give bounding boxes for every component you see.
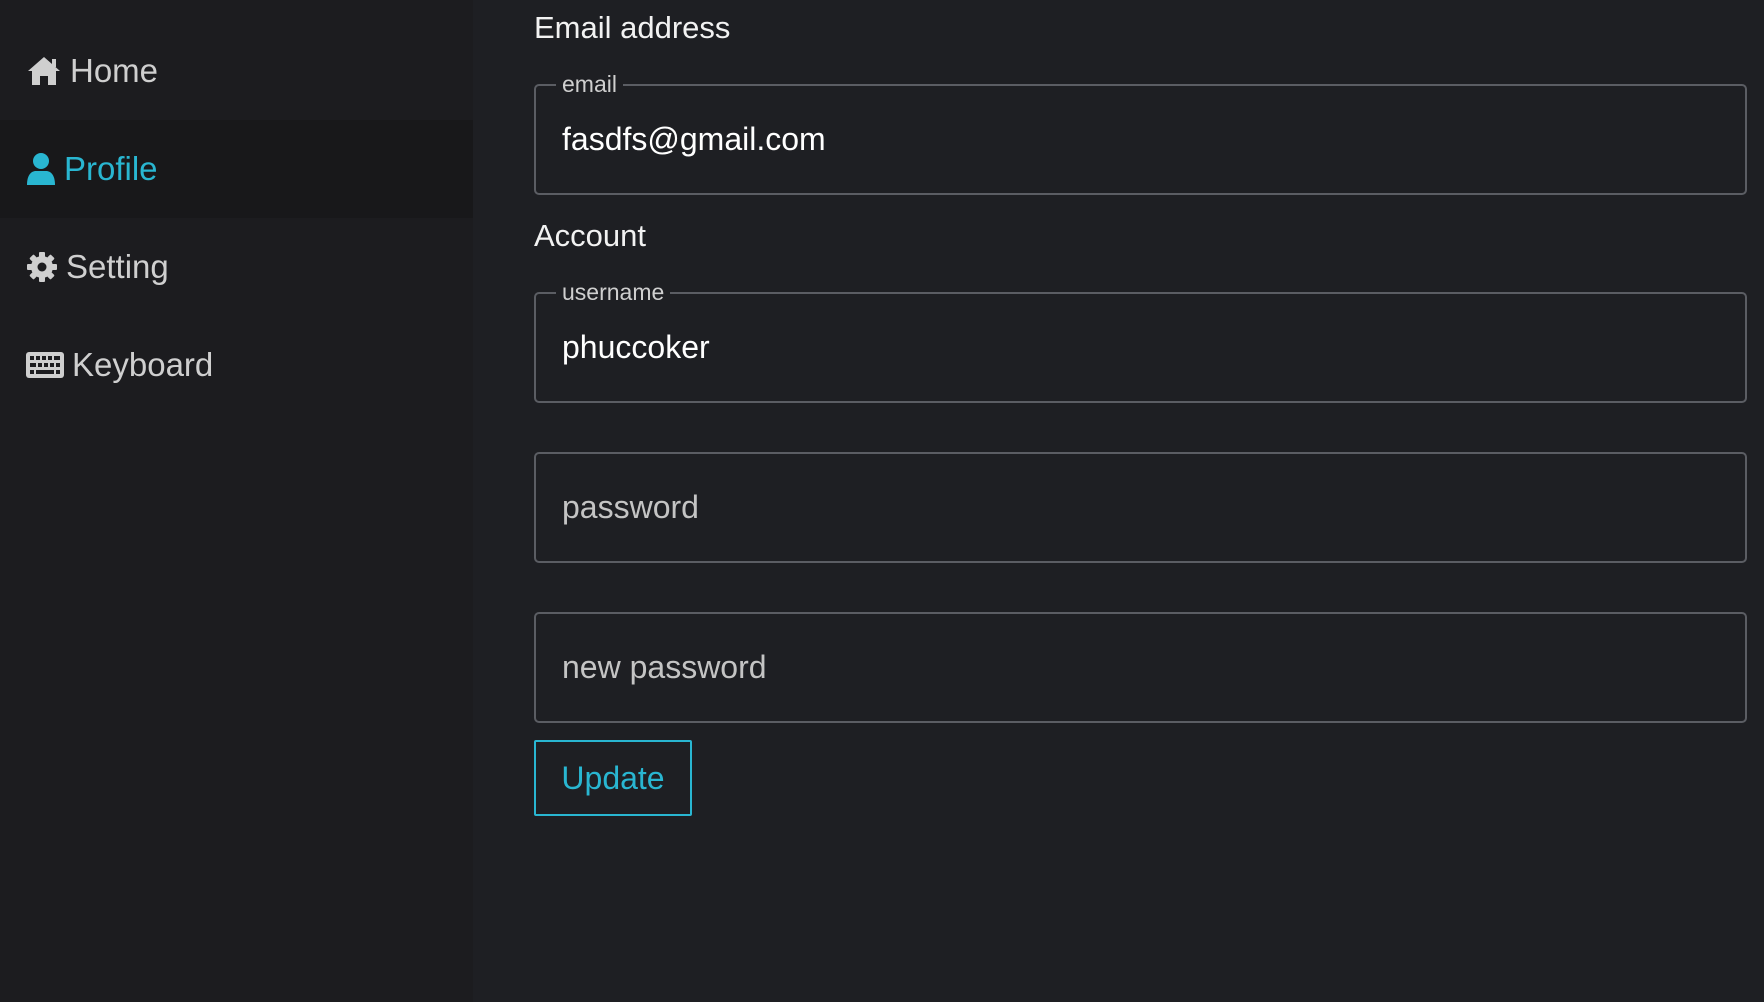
gear-icon xyxy=(26,251,58,283)
email-field: email xyxy=(534,70,1747,195)
username-field: username xyxy=(534,278,1747,403)
sidebar-item-setting[interactable]: Setting xyxy=(0,218,473,316)
new-password-input[interactable] xyxy=(562,614,1722,721)
sidebar-item-label: Setting xyxy=(66,248,169,285)
password-input[interactable] xyxy=(562,454,1722,561)
email-section-title: Email address xyxy=(534,10,731,45)
profile-form: Email address email Account username Upd… xyxy=(473,0,1764,1002)
new-password-field xyxy=(534,612,1747,723)
user-icon xyxy=(26,152,56,186)
sidebar: Home Profile Setting Keyboard xyxy=(0,0,473,1002)
sidebar-item-profile[interactable]: Profile xyxy=(0,120,473,218)
update-button[interactable]: Update xyxy=(534,740,692,816)
sidebar-item-label: Profile xyxy=(64,150,158,187)
email-input[interactable] xyxy=(562,86,1722,193)
sidebar-item-label: Keyboard xyxy=(72,346,214,383)
keyboard-icon xyxy=(26,352,64,378)
sidebar-item-home[interactable]: Home xyxy=(0,22,473,120)
username-input[interactable] xyxy=(562,294,1722,401)
password-field xyxy=(534,452,1747,563)
sidebar-item-label: Home xyxy=(70,52,159,89)
home-icon xyxy=(26,55,62,87)
account-section-title: Account xyxy=(534,218,647,253)
sidebar-item-keyboard[interactable]: Keyboard xyxy=(0,316,473,414)
